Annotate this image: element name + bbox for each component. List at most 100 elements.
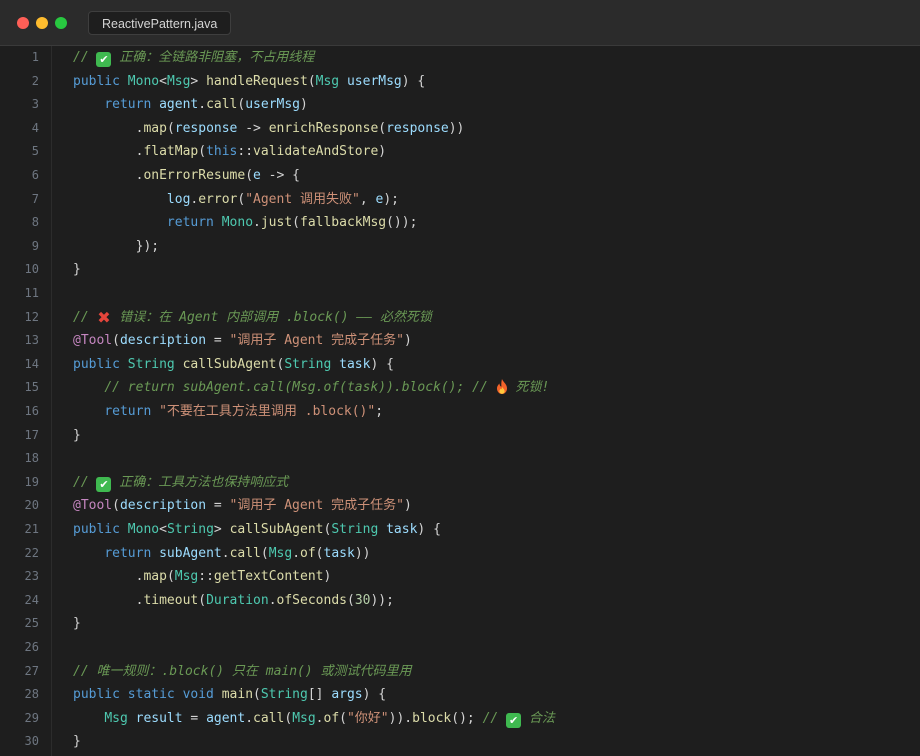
code-token: ->: [237, 120, 269, 136]
code-line[interactable]: 27 // 唯一规则：.block() 只在 main() 或测试代码里用: [0, 660, 920, 684]
code-token: agent: [159, 97, 199, 113]
code-token: 正确：全链路非阻塞，不占用线程: [111, 50, 315, 65]
code-editor[interactable]: 1// ✔ 正确：全链路非阻塞，不占用线程 2 public Mono<Msg> h…: [0, 46, 920, 756]
code-text: Msg result = agent.call(Msg.of("你好")).bl…: [73, 707, 555, 731]
code-token: <: [159, 73, 167, 89]
code-line[interactable]: 1 // ✔ 正确：全链路非阻塞，不占用线程: [0, 46, 920, 70]
code-line[interactable]: 25}: [0, 612, 920, 636]
code-line[interactable]: 7 log.error("Agent 调用失败", e);: [0, 188, 920, 212]
code-token: ): [323, 569, 332, 585]
code-line[interactable]: 21 public Mono<String> callSubAgent(Strin…: [0, 518, 920, 542]
code-token: String: [331, 522, 387, 537]
code-token: =: [206, 333, 230, 349]
code-token: >: [213, 522, 230, 537]
code-text: .onErrorResume(e -> {: [73, 164, 300, 188]
code-line[interactable]: 12 // ✖ 错误：在 Agent 内部调用 .block() —— 必然死锁: [0, 306, 920, 330]
code-token: Mono: [127, 522, 160, 537]
code-line[interactable]: 9 });: [0, 235, 920, 259]
line-number: 3: [31, 97, 39, 112]
code-line[interactable]: 17}: [0, 424, 920, 448]
code-line[interactable]: 16 return "不要在工具方法里调用 .block()";: [0, 400, 920, 424]
code-line[interactable]: 6 .onErrorResume(e -> {: [0, 164, 920, 188]
code-token: (: [315, 545, 324, 561]
code-line[interactable]: 5 .flatMap(this::validateAndStore): [0, 140, 920, 164]
code-token: Msg: [268, 545, 293, 561]
code-line[interactable]: 2 public Mono<Msg> handleRequest(Msg user…: [0, 70, 920, 94]
line-number: 4: [31, 120, 39, 135]
code-token: >: [190, 73, 207, 89]
code-text: return Mono.just(fallbackMsg());: [73, 211, 417, 235]
file-tab[interactable]: ReactivePattern.java: [88, 11, 232, 35]
code-token: ): [404, 333, 412, 349]
line-number: 30: [24, 734, 39, 749]
line-number: 20: [24, 498, 39, 513]
code-token: String: [260, 687, 308, 703]
line-number: 12: [24, 309, 39, 324]
code-token: error: [198, 191, 238, 207]
code-token: ,: [359, 191, 376, 207]
code-token: .: [245, 710, 254, 726]
code-token: ): [404, 498, 412, 514]
code-token: @Tool: [73, 498, 113, 514]
code-token: userMsg: [245, 97, 301, 113]
code-token: @Tool: [73, 333, 113, 349]
code-token: this: [206, 144, 238, 160]
minimize-window-button[interactable]: [36, 17, 48, 29]
code-token: task: [323, 545, 355, 561]
code-line[interactable]: 15 // return subAgent.call(Msg.of(task))…: [0, 376, 920, 400]
code-line[interactable]: 14 public String callSubAgent(String task…: [0, 353, 920, 377]
line-number: 13: [24, 333, 39, 348]
code-text: // return subAgent.call(Msg.of(task)).bl…: [73, 376, 549, 400]
code-token: .: [73, 569, 144, 585]
code-token: getTextContent: [213, 569, 324, 585]
line-number: 23: [24, 569, 39, 584]
code-token: 错误：在 Agent 内部调用 .block() —— 必然死锁: [111, 309, 432, 325]
line-number: 8: [31, 215, 39, 230]
code-text: });: [73, 235, 159, 259]
code-line[interactable]: 4 .map(response -> enrichResponse(respon…: [0, 117, 920, 141]
close-window-button[interactable]: [17, 17, 29, 29]
code-line[interactable]: 18: [0, 447, 920, 471]
code-token: (: [253, 687, 261, 703]
code-token: return: [104, 97, 160, 113]
line-number: 10: [24, 262, 39, 277]
code-token: (: [378, 120, 387, 136]
line-number: 29: [24, 710, 39, 725]
code-token: result: [135, 710, 183, 726]
code-token: String: [127, 356, 183, 372]
code-token: (: [198, 592, 207, 608]
code-line[interactable]: 28 public static void main(String[] args)…: [0, 683, 920, 707]
code-line[interactable]: 24 .timeout(Duration.ofSeconds(30));: [0, 589, 920, 613]
code-token: flatMap: [143, 144, 199, 160]
line-number: 24: [24, 592, 39, 607]
code-line[interactable]: 30}: [0, 730, 920, 754]
code-line[interactable]: 10}: [0, 258, 920, 282]
code-token: .: [253, 215, 261, 231]
code-line[interactable]: 26: [0, 636, 920, 660]
code-line[interactable]: 8 return Mono.just(fallbackMsg());: [0, 211, 920, 235]
code-token: timeout: [143, 592, 199, 608]
code-line[interactable]: 19 // ✔ 正确：工具方法也保持响应式: [0, 471, 920, 495]
line-number: 7: [31, 191, 39, 206]
zoom-window-button[interactable]: [55, 17, 67, 29]
code-token: 合法: [521, 710, 555, 726]
code-line[interactable]: 22 return subAgent.call(Msg.of(task)): [0, 542, 920, 566]
code-line[interactable]: 3 return agent.call(userMsg): [0, 93, 920, 117]
code-line[interactable]: 13 @Tool(description = "调用子 Agent 完成子任务"): [0, 329, 920, 353]
code-token: .: [73, 120, 144, 136]
code-line[interactable]: 23 .map(Msg::getTextContent): [0, 565, 920, 589]
code-token: Mono: [127, 73, 160, 89]
code-token: ::: [198, 569, 214, 585]
code-token: ): [300, 97, 308, 113]
code-token: "调用子 Agent 完成子任务": [229, 333, 404, 349]
code-line[interactable]: 20 @Tool(description = "调用子 Agent 完成子任务"): [0, 494, 920, 518]
code-token: args: [331, 687, 363, 703]
code-line[interactable]: 29 Msg result = agent.call(Msg.of("你好"))…: [0, 707, 920, 731]
code-token: response: [174, 120, 238, 136]
code-token: )): [448, 120, 465, 136]
code-token: handleRequest: [206, 73, 308, 89]
code-line[interactable]: 11: [0, 282, 920, 306]
code-token: )).: [388, 710, 413, 726]
